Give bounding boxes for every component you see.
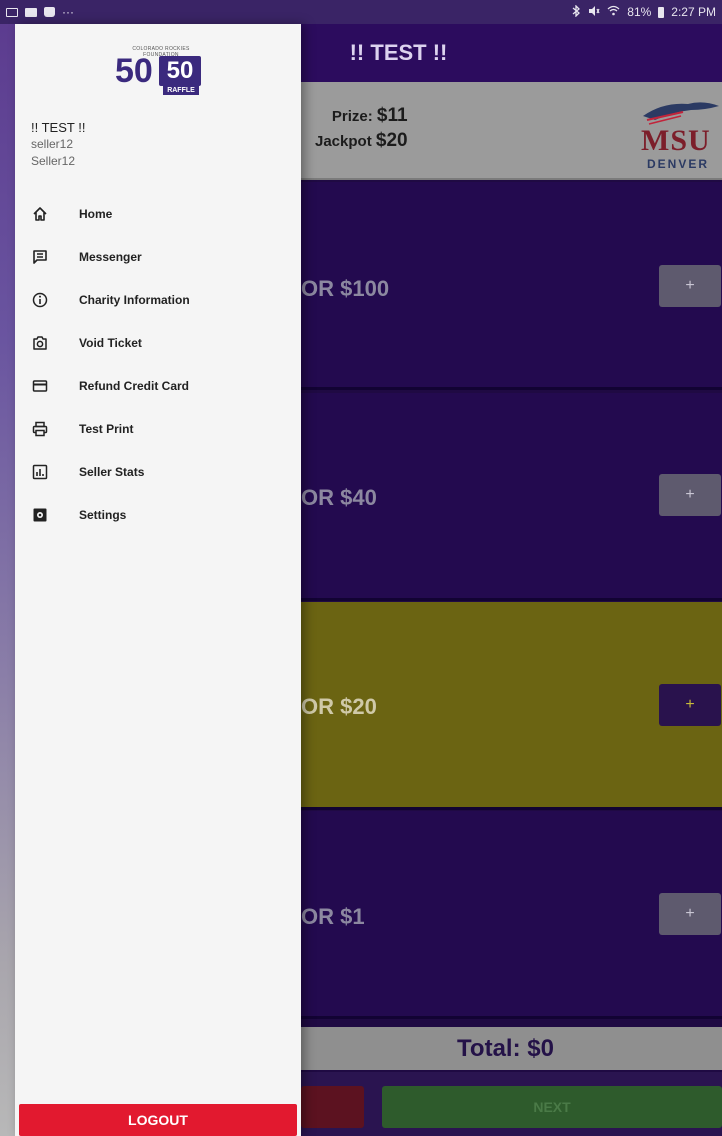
menu-item-label: Settings	[79, 507, 127, 522]
more-notifications-icon: ···	[62, 5, 74, 19]
ticket-label: OR $40	[301, 485, 377, 510]
add-ticket-button[interactable]: +	[659, 265, 721, 307]
add-ticket-button[interactable]: +	[659, 893, 721, 935]
ticket-label: OR $1	[301, 904, 365, 929]
menu-item-label: Test Print	[79, 421, 134, 436]
camera-icon	[31, 334, 49, 352]
news-icon	[25, 7, 37, 17]
jackpot-line: Jackpot $20	[315, 129, 408, 154]
menu-item-label: Void Ticket	[79, 335, 142, 350]
menu-item-messenger[interactable]: Messenger	[15, 235, 301, 278]
prize-line: Prize: $11	[315, 104, 408, 129]
next-button[interactable]: NEXT	[382, 1086, 722, 1128]
info-icon	[31, 291, 49, 309]
sponsor-logo-text: MSU	[641, 124, 711, 157]
menu-item-label: Charity Information	[79, 292, 190, 307]
menu-item-label: Messenger	[79, 249, 142, 264]
cancel-button[interactable]	[301, 1086, 364, 1128]
logout-button[interactable]: LOGOUT	[19, 1104, 297, 1136]
menu-item-test-print[interactable]: Test Print	[15, 407, 301, 450]
status-bar-right: 81% 2:27 PM	[572, 3, 716, 20]
drawer-menu: Home Messenger Charity Information Void …	[15, 192, 301, 536]
raffle-logo: COLORADO ROCKIES FOUNDATION 50 50 RAFFLE	[115, 46, 203, 96]
event-name: !! TEST !!	[31, 120, 86, 135]
bag-icon	[44, 7, 55, 17]
add-ticket-button[interactable]: +	[659, 474, 721, 516]
printer-icon	[31, 420, 49, 438]
logo-right-number: 50	[159, 56, 201, 86]
prize-value: $11	[376, 105, 408, 126]
jackpot-label: Jackpot	[315, 133, 372, 150]
home-icon	[31, 205, 49, 223]
prize-label: Prize:	[331, 108, 373, 125]
status-bar: ··· 81% 2:27 PM	[0, 0, 722, 24]
add-ticket-button[interactable]: +	[659, 684, 721, 726]
menu-item-seller-stats[interactable]: Seller Stats	[15, 450, 301, 493]
menu-item-charity-information[interactable]: Charity Information	[15, 278, 301, 321]
navigation-drawer: COLORADO ROCKIES FOUNDATION 50 50 RAFFLE…	[15, 24, 301, 1136]
prize-info: Prize: $11 Jackpot $20	[315, 104, 408, 154]
roadrunner-icon	[643, 102, 719, 125]
stats-icon	[31, 463, 49, 481]
menu-item-label: Home	[79, 206, 113, 221]
image-icon	[6, 7, 18, 17]
menu-item-label: Refund Credit Card	[79, 378, 190, 393]
seller-name: Seller12	[31, 154, 76, 168]
settings-icon	[31, 506, 49, 524]
bluetooth-icon	[572, 3, 581, 20]
menu-item-refund-credit-card[interactable]: Refund Credit Card	[15, 364, 301, 407]
battery-icon	[658, 6, 665, 18]
app-title: !! TEST !!	[349, 40, 448, 65]
seller-id: seller12	[31, 137, 74, 151]
status-bar-left: ···	[6, 5, 74, 19]
menu-item-void-ticket[interactable]: Void Ticket	[15, 321, 301, 364]
battery-percent: 81%	[627, 5, 652, 19]
clock: 2:27 PM	[671, 5, 716, 19]
menu-item-settings[interactable]: Settings	[15, 493, 301, 536]
menu-item-label: Seller Stats	[79, 464, 145, 479]
ticket-label: OR $100	[301, 276, 390, 301]
message-icon	[31, 248, 49, 266]
sponsor-logo-subtext: DENVER	[647, 157, 710, 171]
total-amount: Total: $0	[457, 1034, 554, 1062]
ticket-label: OR $20	[301, 694, 377, 719]
menu-item-home[interactable]: Home	[15, 192, 301, 235]
logo-raffle-text: RAFFLE	[163, 86, 199, 95]
sponsor-logo: MSU DENVER	[633, 96, 722, 171]
mute-icon	[588, 5, 600, 20]
jackpot-value: $20	[375, 130, 408, 151]
credit-card-icon	[31, 377, 49, 395]
wifi-icon	[607, 5, 620, 19]
logo-left-number: 50	[115, 52, 153, 90]
